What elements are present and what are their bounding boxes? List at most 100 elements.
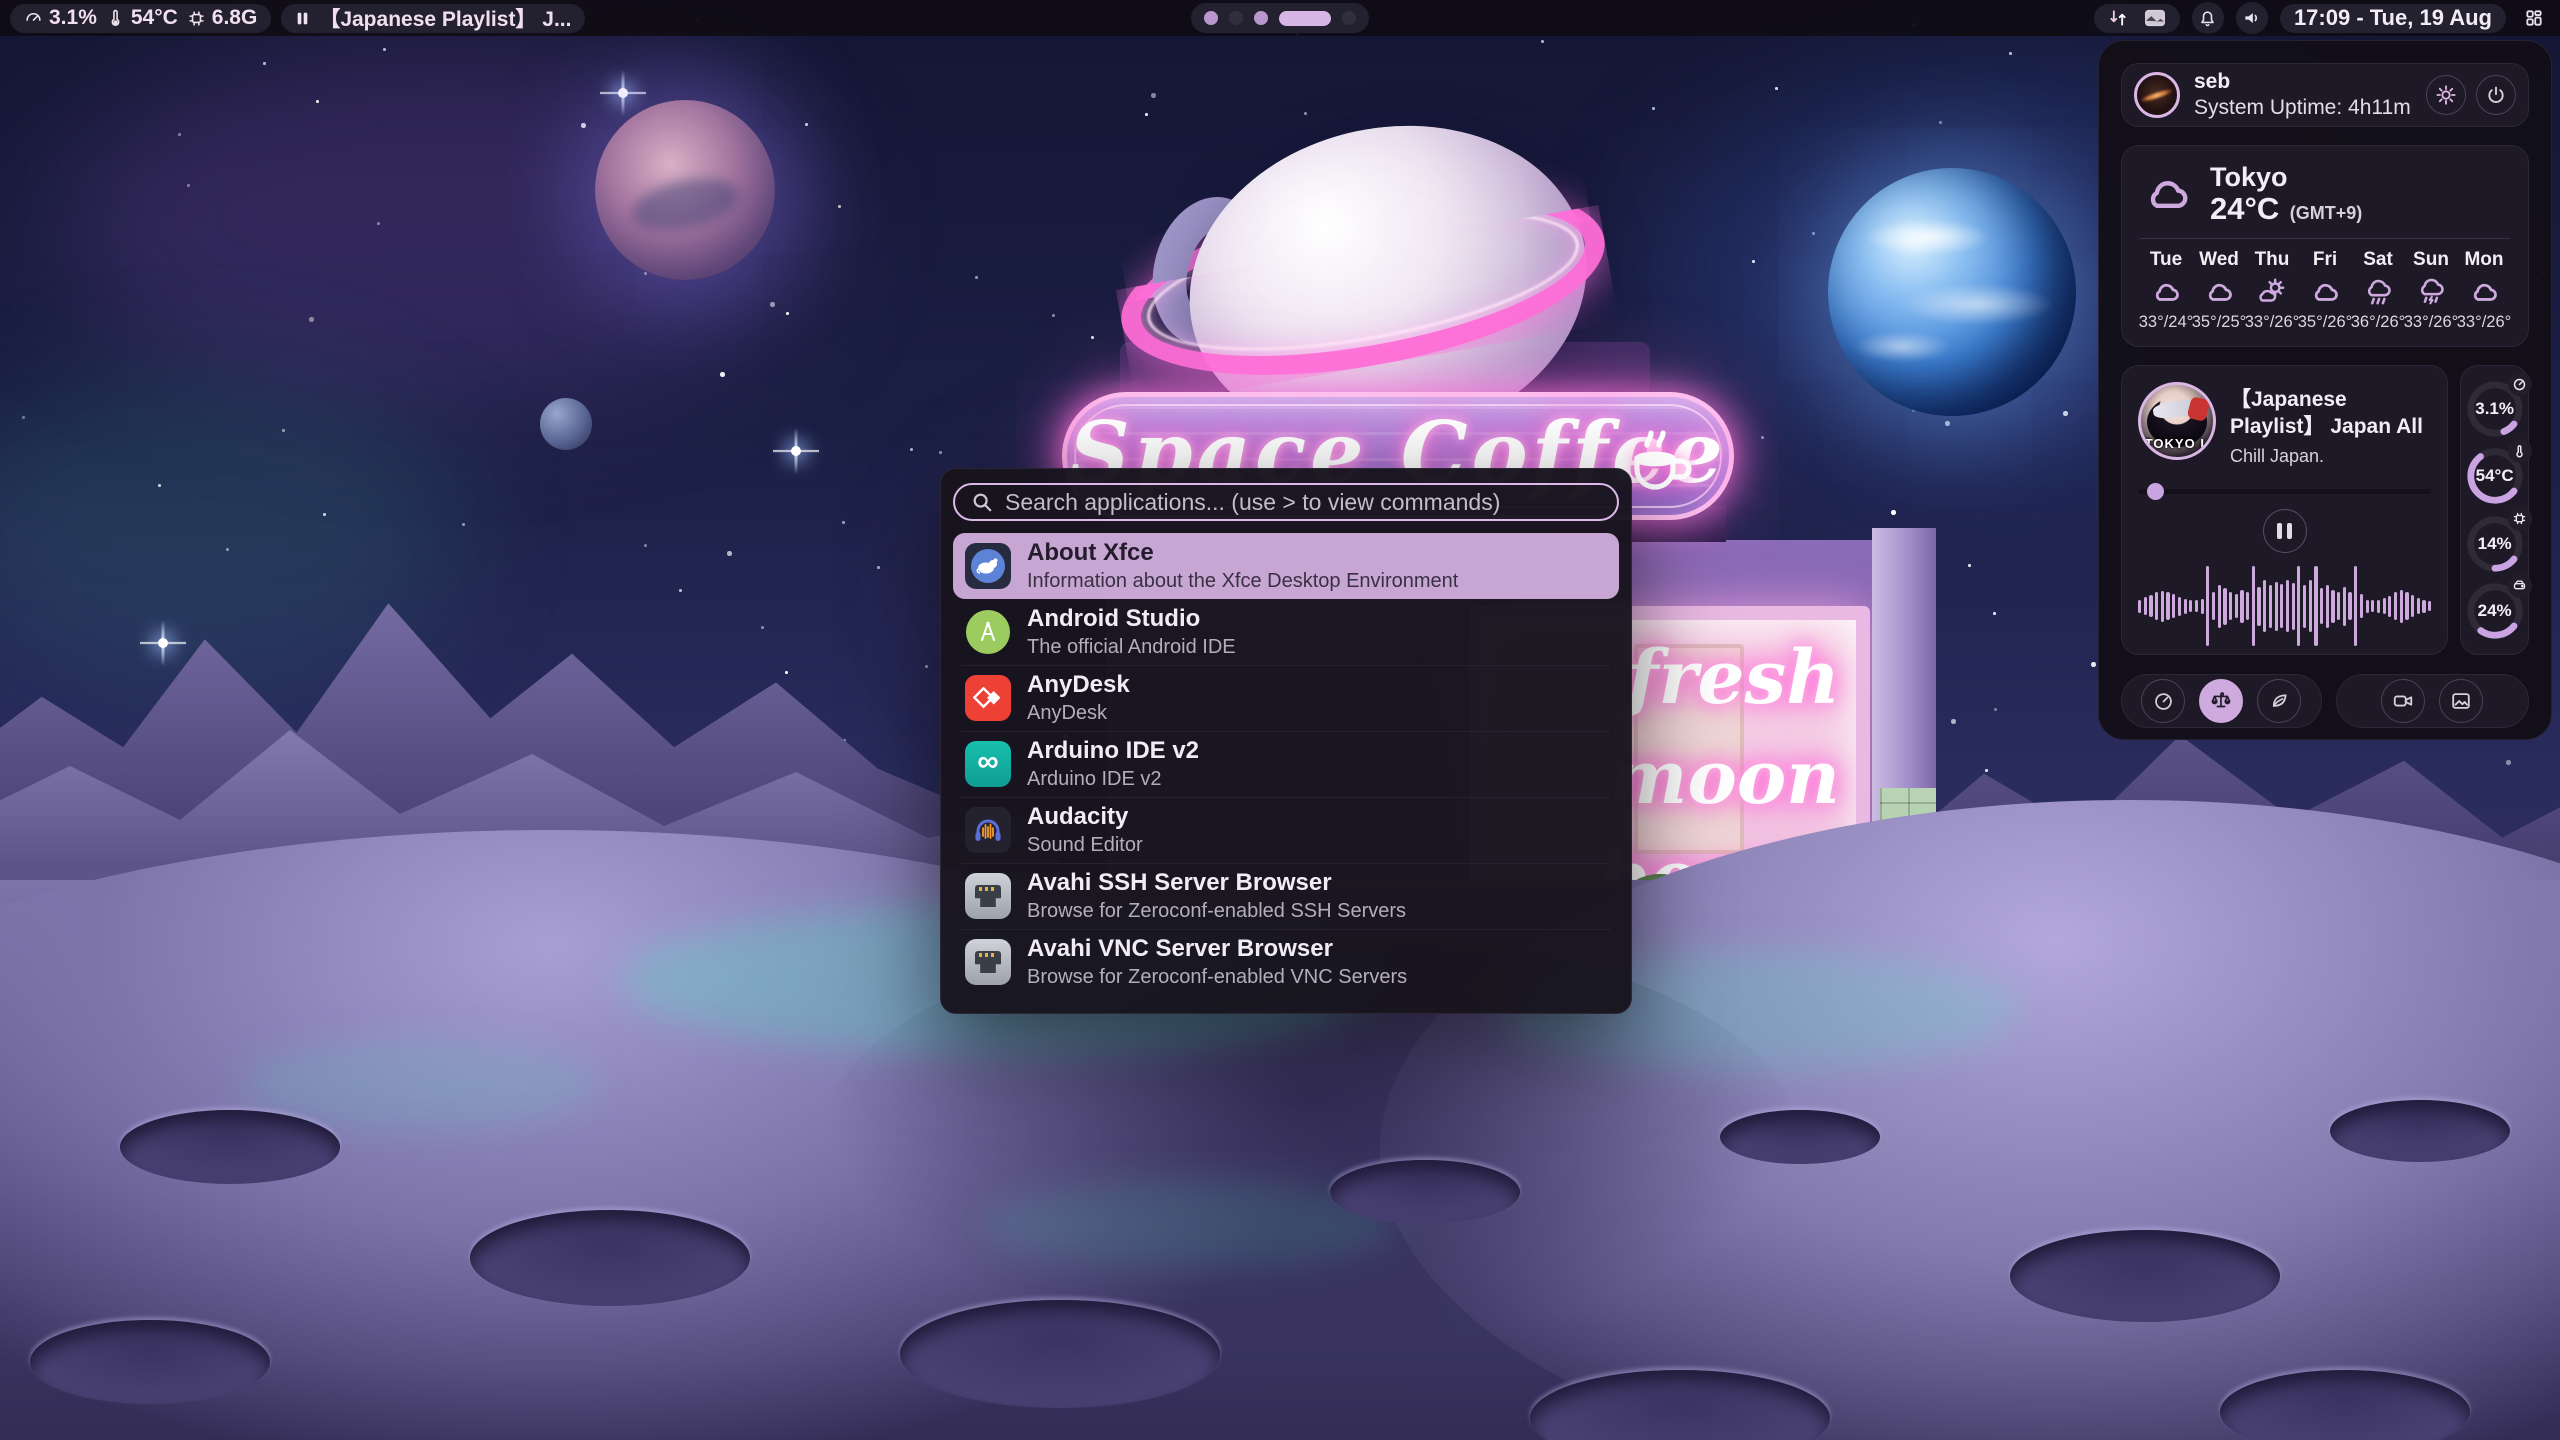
utilities-card [2336, 674, 2529, 728]
power-saver-profile-button[interactable] [2257, 679, 2301, 723]
settings-button[interactable] [2426, 75, 2466, 115]
bell-icon [2198, 9, 2217, 28]
tray-pill [2094, 4, 2180, 33]
app-desc: The official Android IDE [1027, 636, 1236, 659]
star-sparkle [160, 640, 166, 646]
app-name: About Xfce [1027, 539, 1458, 567]
network-icon[interactable] [2108, 8, 2128, 28]
app-row-android-studio[interactable]: Android Studio The official Android IDE [953, 599, 1619, 665]
app-name: Android Studio [1027, 605, 1236, 633]
grid-icon [2524, 8, 2544, 28]
memory-stat: 6.8G [187, 6, 258, 30]
app-row-avahi-ssh[interactable]: Avahi SSH Server Browser Browse for Zero… [953, 863, 1619, 929]
notifications-button[interactable] [2192, 2, 2224, 34]
thermometer-icon [2508, 439, 2532, 463]
xfce-mouse-icon [965, 543, 1011, 589]
audio-waveform [2138, 563, 2431, 649]
balanced-profile-button[interactable] [2199, 679, 2243, 723]
crater [900, 1300, 1220, 1408]
video-camera-icon [2392, 690, 2414, 712]
app-row-avahi-vnc[interactable]: Avahi VNC Server Browser Browse for Zero… [953, 929, 1619, 995]
speedometer-icon [2508, 372, 2532, 396]
earth-planet [1828, 168, 2076, 416]
chip-icon [2508, 507, 2532, 531]
drive-icon [2508, 574, 2532, 598]
search-icon [971, 491, 993, 513]
screen-record-button[interactable] [2381, 679, 2425, 723]
power-button[interactable] [2476, 75, 2516, 115]
app-name: Avahi SSH Server Browser [1027, 869, 1406, 897]
speedometer-icon [2153, 691, 2174, 712]
small-moon [540, 398, 592, 450]
workspace-dot-5[interactable] [1342, 11, 1356, 25]
crater [2010, 1230, 2280, 1322]
cloud-icon [2202, 277, 2236, 307]
pause-button[interactable] [2263, 509, 2307, 553]
app-desc: Arduino IDE v2 [1027, 768, 1199, 791]
volume-button[interactable] [2236, 2, 2268, 34]
forecast-day: Wed 35°/25° [2193, 249, 2245, 332]
media-pill[interactable]: 【Japanese Playlist】 J... [281, 4, 585, 33]
image-icon[interactable] [2144, 8, 2166, 28]
album-art-label: TOKYO L [2141, 436, 2213, 451]
user-card: seb System Uptime: 4h11m [2121, 63, 2529, 127]
anydesk-icon [965, 675, 1011, 721]
performance-profile-button[interactable] [2141, 679, 2185, 723]
scales-icon [2210, 690, 2232, 712]
temperature-stat: 54°C [106, 6, 178, 30]
search-input[interactable] [1005, 489, 1601, 516]
app-desc: Information about the Xfce Desktop Envir… [1027, 570, 1458, 593]
control-sidebar: seb System Uptime: 4h11m Tokyo 24°C [2098, 40, 2552, 740]
username: seb [2194, 70, 2411, 94]
app-results-list: About Xfce Information about the Xfce De… [953, 533, 1619, 995]
crater [1330, 1160, 1520, 1224]
app-row-audacity[interactable]: Audacity Sound Editor [953, 797, 1619, 863]
audacity-headphones-icon [965, 807, 1011, 853]
track-title: 【Japanese Playlist】 Japan All Night - To… [2230, 386, 2431, 440]
workspace-switcher[interactable] [1191, 3, 1369, 33]
settings-gear-icon [2435, 84, 2457, 106]
thermometer-icon [106, 9, 125, 28]
power-icon [2486, 85, 2506, 105]
search-bar[interactable] [953, 483, 1619, 521]
top-panel: 3.1% 54°C 6.8G 【Japanese Playlist】 J... [0, 0, 2560, 36]
desktop: fresh moon beans Space Coffee [0, 0, 2560, 1440]
app-row-arduino[interactable]: ∞ Arduino IDE v2 Arduino IDE v2 [953, 731, 1619, 797]
sun-cloud-icon [2255, 277, 2289, 307]
star-sparkle [793, 448, 799, 454]
app-name: Avahi VNC Server Browser [1027, 935, 1407, 963]
app-desc: AnyDesk [1027, 702, 1130, 725]
cloud-icon [2467, 277, 2501, 307]
wallpaper-button[interactable] [2439, 679, 2483, 723]
app-grid-button[interactable] [2518, 2, 2550, 34]
app-launcher-panel: About Xfce Information about the Xfce De… [940, 468, 1632, 1014]
workspace-dot-2[interactable] [1229, 11, 1243, 25]
app-name: AnyDesk [1027, 671, 1130, 699]
disk-gauge: 24% [2464, 580, 2526, 642]
workspace-dot-1[interactable] [1204, 11, 1218, 25]
leaf-icon [2269, 691, 2290, 712]
workspace-active-pill[interactable] [1279, 11, 1331, 26]
forecast-day: Sun 33°/26° [2405, 249, 2457, 332]
clock: 17:09 - Tue, 19 Aug [2294, 5, 2492, 31]
rain-icon [2361, 277, 2395, 307]
album-art: TOKYO L [2138, 382, 2216, 460]
system-stats-pill[interactable]: 3.1% 54°C 6.8G [10, 4, 271, 33]
image-icon [2450, 690, 2472, 712]
crater [120, 1110, 340, 1184]
system-gauges-card: 3.1% 54°C 14% 24% [2460, 365, 2529, 655]
temperature-gauge: 54°C [2464, 445, 2526, 507]
media-player-card: TOKYO L 【Japanese Playlist】 Japan All Ni… [2121, 365, 2448, 655]
cpu-gauge: 3.1% [2464, 378, 2526, 440]
volume-icon [2242, 8, 2262, 28]
seek-thumb[interactable] [2147, 483, 2164, 500]
workspace-dot-3[interactable] [1254, 11, 1268, 25]
weather-city: Tokyo [2210, 162, 2362, 192]
clock-pill[interactable]: 17:09 - Tue, 19 Aug [2280, 4, 2506, 33]
seek-bar[interactable] [2138, 483, 2431, 499]
app-desc: Browse for Zeroconf-enabled VNC Servers [1027, 966, 1407, 989]
app-row-anydesk[interactable]: AnyDesk AnyDesk [953, 665, 1619, 731]
crater [470, 1210, 750, 1306]
purple-planet [595, 100, 775, 280]
app-row-about-xfce[interactable]: About Xfce Information about the Xfce De… [953, 533, 1619, 599]
